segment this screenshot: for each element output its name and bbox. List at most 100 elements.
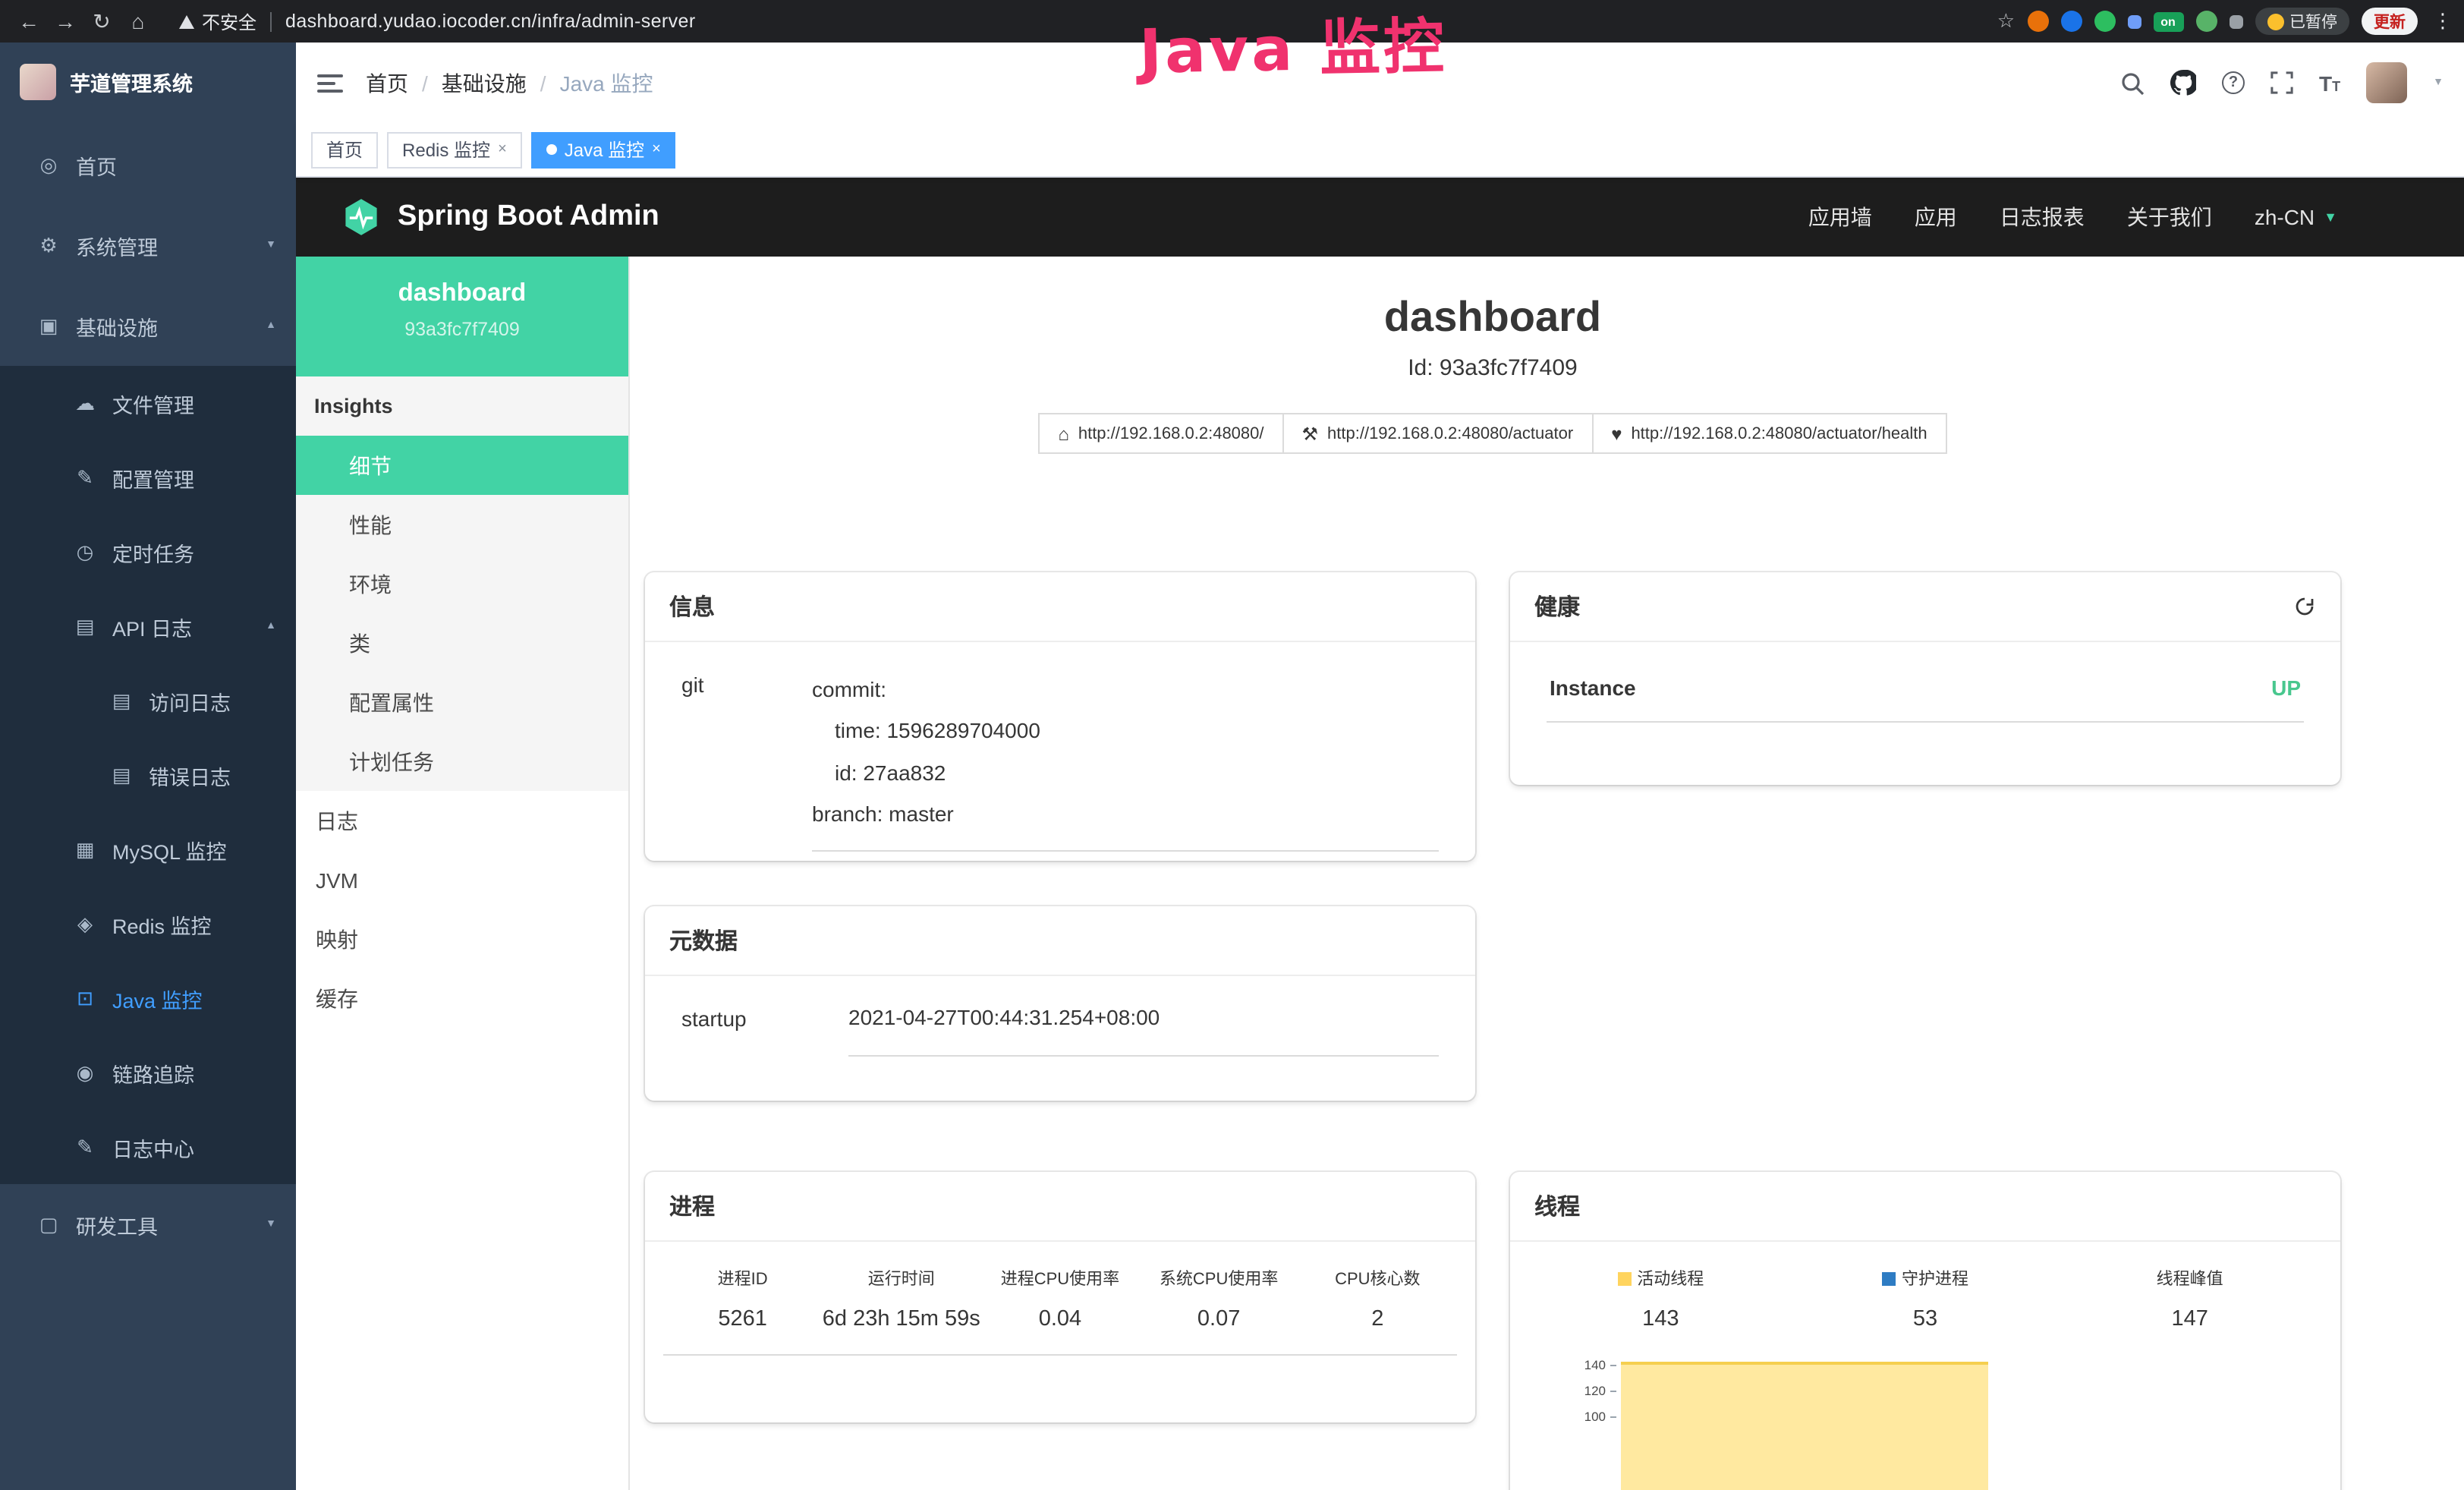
sidebar-item-system[interactable]: ⚙ 系统管理 ▼: [0, 205, 296, 285]
sidebar-item-mysql-monitor[interactable]: ▦ MySQL 监控: [0, 812, 296, 887]
chevron-down-icon[interactable]: ▼: [2433, 77, 2444, 88]
sidebar-item-tracing[interactable]: ◉ 链路追踪: [0, 1035, 296, 1110]
tab-label: Redis 监控: [402, 137, 490, 162]
breadcrumb-section[interactable]: 基础设施: [442, 68, 527, 98]
switch-on-extension-icon[interactable]: on: [2153, 11, 2183, 31]
leaf-extension-icon[interactable]: [2195, 11, 2217, 32]
font-size-icon[interactable]: TT: [2319, 71, 2340, 95]
locale-selector[interactable]: zh-CN ▼: [2255, 205, 2337, 229]
menu-label: 错误日志: [149, 760, 231, 790]
sba-brand-title: Spring Boot Admin: [398, 200, 659, 234]
sidebar-item-redis-monitor[interactable]: ◈ Redis 监控: [0, 887, 296, 961]
admin-menu: ◎ 首页 ⚙ 系统管理 ▼ ▣ 基础设施 ▲ ☁ 文件管理 ✎ 配置管: [0, 124, 296, 1265]
paused-label: 已暂停: [2289, 10, 2337, 33]
sba-item-caches[interactable]: 缓存: [296, 969, 628, 1028]
tab-redis-monitor[interactable]: Redis 监控 ×: [387, 131, 522, 168]
sidebar-item-error-logs[interactable]: ▤ 错误日志: [0, 738, 296, 812]
back-icon[interactable]: ←: [12, 6, 46, 36]
sba-item-jvm[interactable]: JVM: [296, 850, 628, 909]
info-card-title: 信息: [645, 572, 1475, 642]
sidebar-item-java-monitor[interactable]: ⊡ Java 监控: [0, 961, 296, 1035]
nav-wallboard[interactable]: 应用墙: [1808, 202, 1872, 232]
help-icon[interactable]: ?: [2222, 71, 2245, 94]
sidebar-item-file-management[interactable]: ☁ 文件管理: [0, 366, 296, 440]
search-icon[interactable]: [2120, 71, 2145, 95]
forward-icon[interactable]: →: [49, 6, 82, 36]
sidebar-item-home[interactable]: ◎ 首页: [0, 124, 296, 205]
warning-icon: [179, 14, 194, 28]
app-logo[interactable]: 芋道管理系统: [0, 52, 296, 112]
tab-home[interactable]: 首页: [311, 131, 378, 168]
history-icon[interactable]: [2293, 595, 2316, 618]
legend-label: 守护进程: [1902, 1266, 1968, 1290]
menu-label: 访问日志: [149, 685, 231, 716]
github-icon[interactable]: [2170, 70, 2196, 96]
sidebar-item-config-management[interactable]: ✎ 配置管理: [0, 440, 296, 515]
emoji-face-icon: [2267, 13, 2283, 30]
threads-legend: 活动线程 143 守护进程 53: [1528, 1266, 2322, 1331]
menu-label: 基础设施: [76, 310, 158, 341]
close-tab-icon[interactable]: ×: [498, 141, 507, 158]
puzzle-extension-icon[interactable]: [2229, 14, 2242, 28]
paused-badge[interactable]: 已暂停: [2255, 8, 2349, 35]
menu-label: API 日志: [112, 611, 192, 641]
nav-about[interactable]: 关于我们: [2127, 202, 2212, 232]
evernote-extension-icon[interactable]: [2094, 11, 2115, 32]
sba-item-config-props[interactable]: 配置属性: [296, 673, 628, 732]
update-browser-button[interactable]: 更新: [2362, 8, 2418, 35]
menu-label: 配置管理: [112, 462, 194, 493]
sidebar-item-access-logs[interactable]: ▤ 访问日志: [0, 663, 296, 738]
tab-java-monitor[interactable]: Java 监控 ×: [531, 131, 676, 168]
reload-icon[interactable]: ↻: [85, 6, 118, 36]
menu-label: 定时任务: [112, 537, 194, 567]
metric-value: 0.04: [980, 1307, 1139, 1331]
grid-extension-icon[interactable]: [2127, 14, 2141, 28]
infrastructure-submenu: ☁ 文件管理 ✎ 配置管理 ◷ 定时任务 ▤ API 日志 ▲ ▤: [0, 366, 296, 1184]
legend-swatch: [1617, 1271, 1631, 1285]
nav-journal[interactable]: 日志报表: [2000, 202, 2085, 232]
infrastructure-icon: ▣: [36, 313, 61, 338]
breadcrumb-home[interactable]: 首页: [366, 68, 408, 98]
metadata-card-title: 元数据: [645, 906, 1475, 976]
sidebar-item-infrastructure[interactable]: ▣ 基础设施 ▲: [0, 285, 296, 366]
sidebar-item-api-logs[interactable]: ▤ API 日志 ▲: [0, 589, 296, 663]
health-url-link[interactable]: ♥ http://192.168.0.2:48080/actuator/heal…: [1591, 413, 1946, 454]
sidebar-item-log-center[interactable]: ✎ 日志中心: [0, 1110, 296, 1184]
sba-brand[interactable]: Spring Boot Admin: [341, 197, 659, 237]
actuator-url-link[interactable]: ⚒ http://192.168.0.2:48080/actuator: [1282, 413, 1594, 454]
sba-item-details[interactable]: 细节: [296, 436, 628, 495]
info-line: id: 27aa832: [812, 752, 1439, 794]
sba-item-metrics[interactable]: 性能: [296, 495, 628, 554]
fox-extension-icon[interactable]: [2027, 11, 2048, 32]
chevron-down-icon: ▼: [2324, 209, 2337, 225]
bookmark-star-icon[interactable]: ☆: [1997, 9, 2015, 33]
service-url-link[interactable]: ⌂ http://192.168.0.2:48080/: [1038, 413, 1283, 454]
fullscreen-icon[interactable]: [2270, 71, 2293, 94]
edit-icon: ✎: [73, 465, 97, 490]
site-security-indicator[interactable]: 不安全: [179, 8, 256, 34]
sba-item-environment[interactable]: 环境: [296, 554, 628, 613]
close-tab-icon[interactable]: ×: [652, 141, 661, 158]
tab-label: Java 监控: [565, 137, 644, 162]
sba-item-logs[interactable]: 日志: [296, 791, 628, 850]
database-icon: ▦: [73, 837, 97, 862]
home-icon[interactable]: ⌂: [121, 6, 155, 36]
sidebar-item-scheduled-jobs[interactable]: ◷ 定时任务: [0, 515, 296, 589]
user-avatar[interactable]: [2366, 62, 2407, 103]
info-line: commit:: [812, 669, 1439, 711]
security-label: 不安全: [202, 8, 256, 34]
sba-item-mappings[interactable]: 映射: [296, 909, 628, 969]
sidebar-item-dev-tools[interactable]: ▢ 研发工具 ▼: [0, 1184, 296, 1265]
nav-applications[interactable]: 应用: [1915, 202, 1957, 232]
browser-menu-icon[interactable]: ⋮: [2433, 9, 2453, 33]
water-drop-extension-icon[interactable]: [2060, 11, 2082, 32]
sba-item-scheduled-tasks[interactable]: 计划任务: [296, 732, 628, 791]
hamburger-menu-icon[interactable]: [317, 74, 343, 92]
gear-icon: ⚙: [36, 233, 61, 257]
app-title: 芋道管理系统: [70, 67, 193, 97]
health-card-title: 健康: [1534, 591, 1580, 622]
menu-label: 文件管理: [112, 388, 194, 418]
chevron-up-icon: ▲: [266, 621, 276, 632]
sba-item-classes[interactable]: 类: [296, 613, 628, 673]
address-bar-url[interactable]: dashboard.yudao.iocoder.cn/infra/admin-s…: [285, 11, 696, 32]
